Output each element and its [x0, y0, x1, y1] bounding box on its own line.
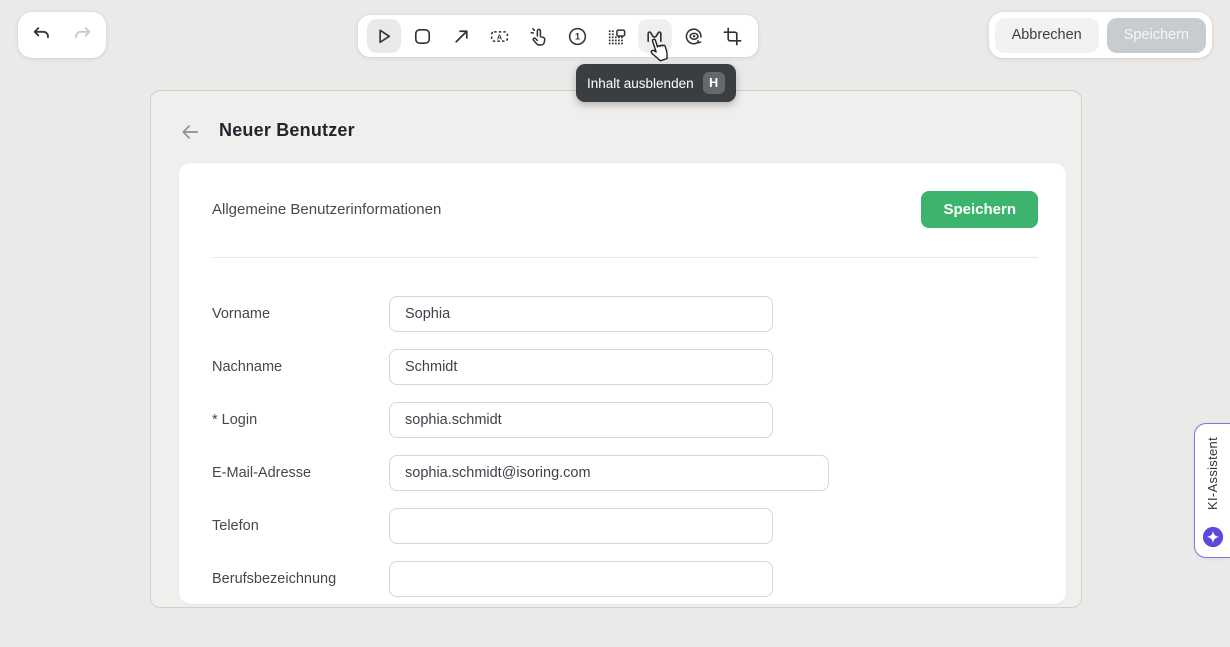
telefon-input[interactable] — [389, 508, 773, 544]
undo-icon — [31, 24, 53, 46]
tool-tooltip: Inhalt ausblenden H — [576, 64, 736, 102]
captured-screenshot-region: Neuer Benutzer Allgemeine Benutzerinform… — [150, 90, 1082, 608]
form-save-button[interactable]: Speichern — [921, 191, 1038, 228]
user-form-card: Allgemeine Benutzerinformationen Speiche… — [179, 163, 1066, 604]
section-divider — [212, 257, 1038, 258]
sparkle-icon — [1202, 526, 1224, 548]
text-annotation-icon: A — [488, 25, 511, 48]
redo-button[interactable] — [65, 18, 99, 52]
field-label: E-Mail-Adresse — [212, 465, 389, 481]
nachname-input[interactable] — [389, 349, 773, 385]
ki-assistant-tab[interactable]: KI-Assistent — [1194, 423, 1230, 558]
reveal-content-tool-button[interactable] — [676, 19, 710, 53]
text-tool-button[interactable]: A — [483, 19, 517, 53]
ki-assistant-label: KI-Assistent — [1205, 437, 1220, 510]
crop-icon — [721, 25, 744, 48]
step-number-icon: 1 — [566, 25, 589, 48]
field-label: Vorname — [212, 306, 389, 322]
back-button[interactable] — [175, 117, 205, 147]
click-highlight-icon — [527, 25, 550, 48]
field-label: Nachname — [212, 359, 389, 375]
field-label: Telefon — [212, 518, 389, 534]
field-label: * Login — [212, 412, 389, 428]
save-button[interactable]: Speichern — [1107, 18, 1206, 53]
tooltip-text: Inhalt ausblenden — [587, 76, 694, 91]
screenshot-editor-canvas: A 1 Inhalt ausblenden H Abbrechen Speich… — [0, 0, 1230, 647]
arrow-icon — [450, 25, 473, 48]
field-row-email: E-Mail-Adresse — [212, 455, 1038, 491]
field-row-nachname: Nachname — [212, 349, 1038, 385]
select-cursor-tool-button[interactable] — [367, 19, 401, 53]
rectangle-tool-button[interactable] — [405, 19, 439, 53]
rectangle-icon — [411, 25, 434, 48]
select-cursor-icon — [372, 25, 395, 48]
svg-text:A: A — [497, 33, 502, 41]
field-row-telefon: Telefon — [212, 508, 1038, 544]
tooltip-shortcut-badge: H — [703, 72, 725, 94]
form-rows: Vorname Nachname * Login E-Mail-Adresse … — [212, 296, 1038, 608]
arrow-left-icon — [179, 121, 201, 143]
step-number-tool-button[interactable]: 1 — [560, 19, 594, 53]
click-highlight-tool-button[interactable] — [522, 19, 556, 53]
editor-actions-pill: Abbrechen Speichern — [989, 12, 1212, 58]
annotation-toolbar: A 1 — [358, 15, 758, 57]
vorname-input[interactable] — [389, 296, 773, 332]
redo-icon — [71, 24, 93, 46]
field-row-login: * Login — [212, 402, 1038, 438]
page-title: Neuer Benutzer — [219, 120, 355, 141]
undo-button[interactable] — [25, 18, 59, 52]
login-input[interactable] — [389, 402, 773, 438]
cancel-button[interactable]: Abbrechen — [995, 18, 1099, 53]
section-title: Allgemeine Benutzerinformationen — [212, 191, 441, 228]
arrow-tool-button[interactable] — [444, 19, 478, 53]
berufsbezeichnung-input[interactable] — [389, 561, 773, 597]
email-input[interactable] — [389, 455, 829, 491]
pixelate-tool-button[interactable] — [599, 19, 633, 53]
pixelate-blur-icon — [605, 25, 628, 48]
svg-text:1: 1 — [575, 31, 580, 41]
field-row-berufsbezeichnung: Berufsbezeichnung — [212, 561, 1038, 597]
field-row-vorname: Vorname — [212, 296, 1038, 332]
crop-tool-button[interactable] — [715, 19, 749, 53]
field-label: Berufsbezeichnung — [212, 571, 389, 587]
reveal-content-icon — [682, 25, 705, 48]
undo-redo-pill — [18, 12, 106, 58]
